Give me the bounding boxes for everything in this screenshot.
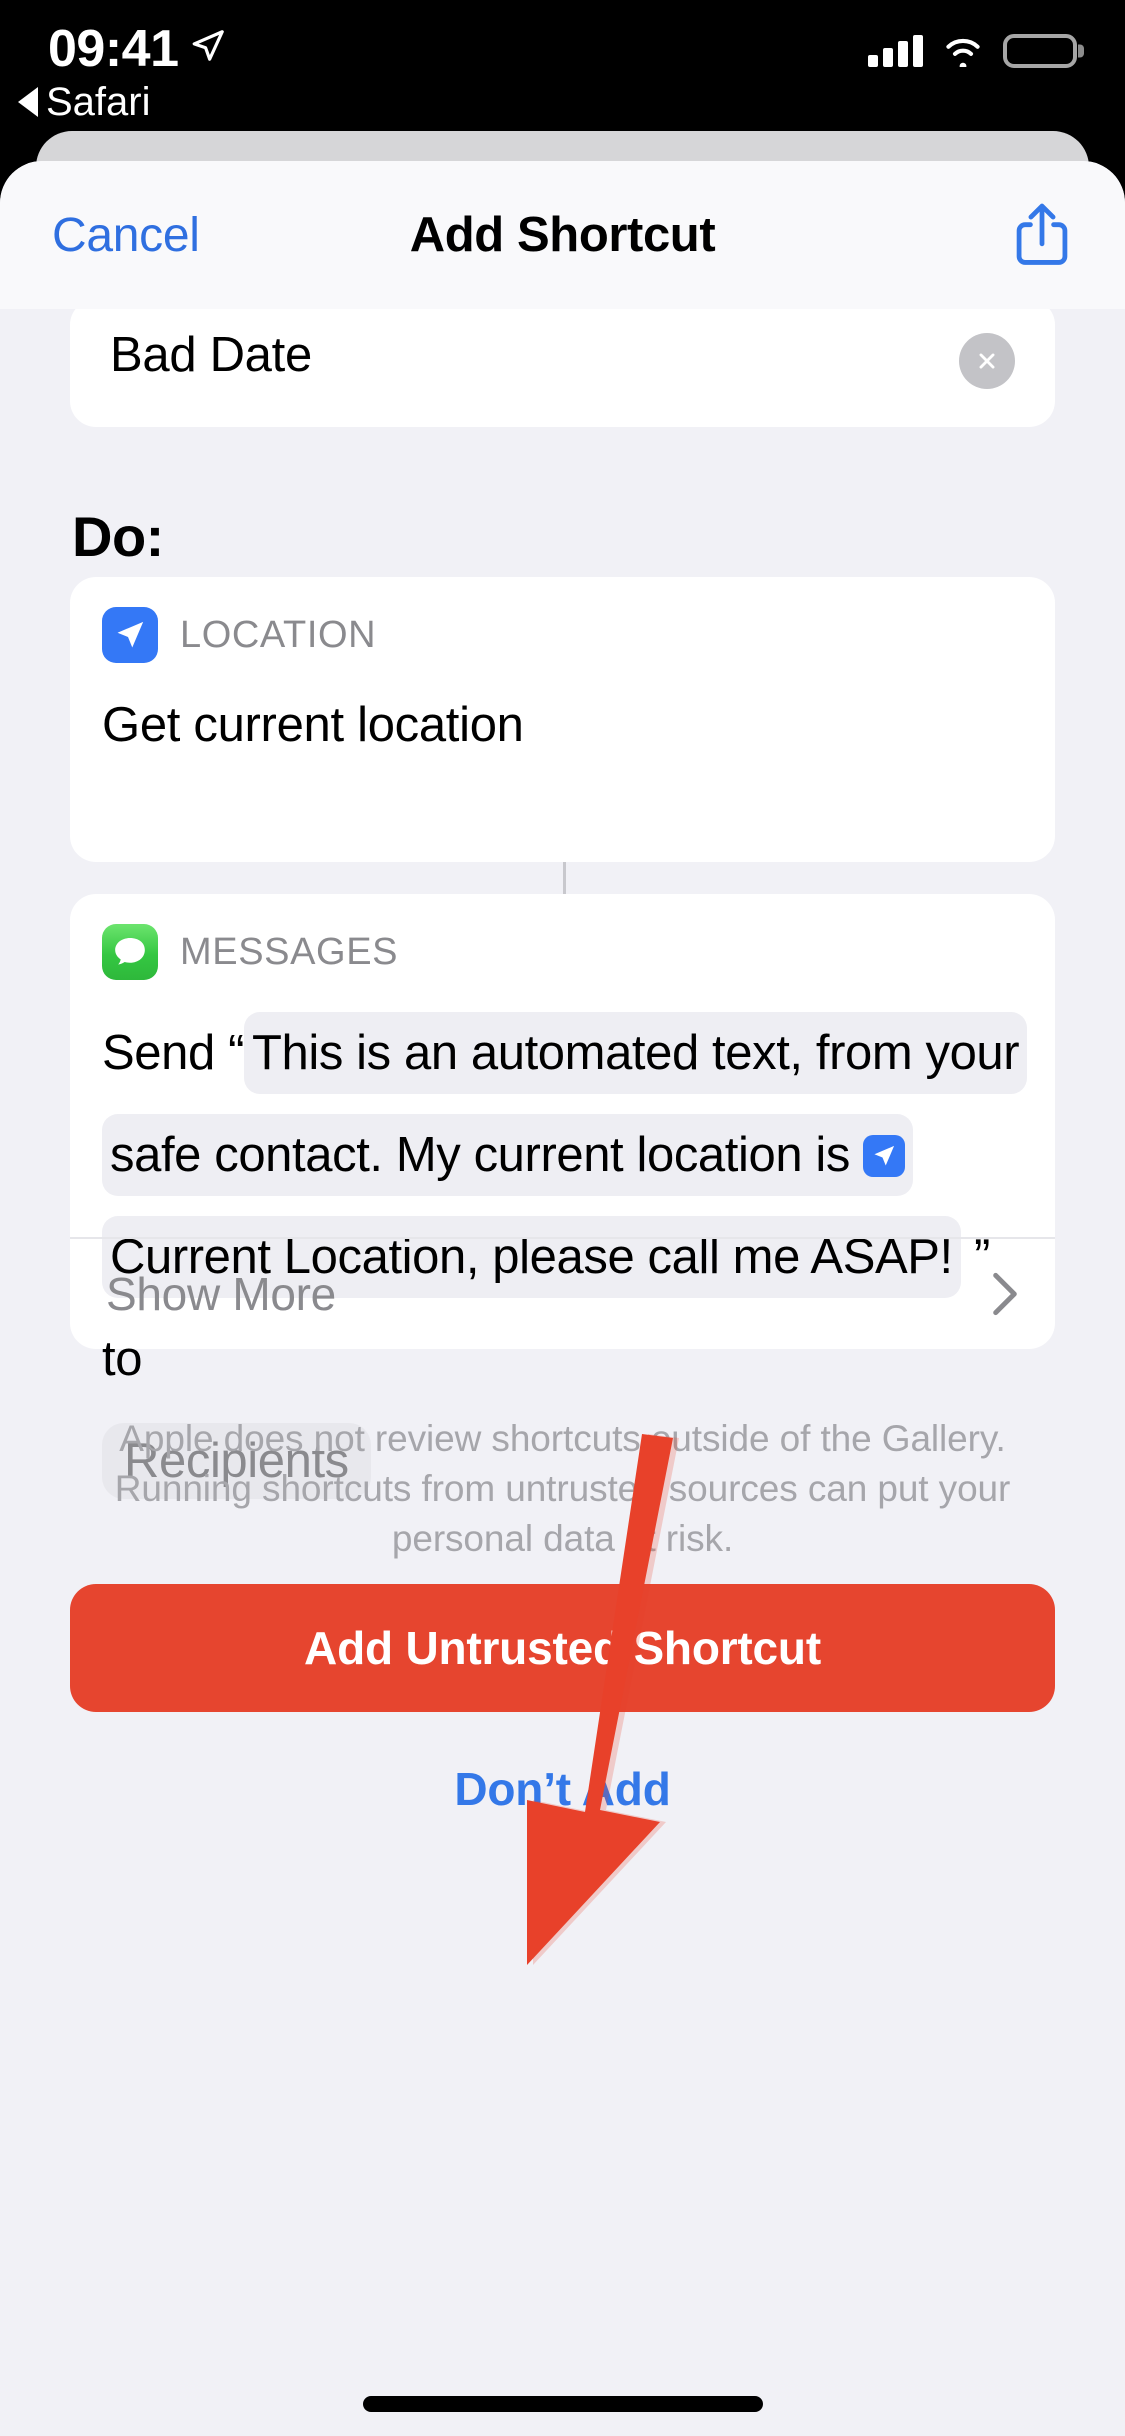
- action-app-label: MESSAGES: [180, 930, 399, 973]
- open-quote: “: [228, 1026, 244, 1080]
- cancel-button[interactable]: Cancel: [52, 208, 200, 263]
- back-triangle-icon: [18, 87, 38, 117]
- show-more-row[interactable]: Show More: [70, 1239, 1055, 1349]
- battery-full-icon: [1003, 34, 1077, 68]
- add-untrusted-shortcut-button[interactable]: Add Untrusted Shortcut: [70, 1584, 1055, 1712]
- clear-circle-icon[interactable]: [959, 333, 1015, 389]
- action-connector-line: [562, 862, 566, 894]
- untrusted-shortcut-disclaimer: Apple does not review shortcuts outside …: [114, 1418, 1011, 1559]
- shortcut-name-field[interactable]: Bad Date: [70, 299, 1055, 427]
- action-card-messages[interactable]: MESSAGES Send “This is an automated text…: [70, 894, 1055, 1499]
- wifi-icon: [946, 39, 980, 67]
- share-icon[interactable]: [1011, 201, 1073, 269]
- location-app-icon: [102, 607, 158, 663]
- chevron-right-icon: [993, 1272, 1017, 1316]
- do-section-heading: Do:: [72, 505, 164, 568]
- messages-app-icon: [102, 924, 158, 980]
- shortcut-name-value: Bad Date: [110, 328, 312, 382]
- send-label: Send: [102, 1026, 215, 1080]
- status-bar-time: 09:41: [48, 20, 179, 78]
- action-app-label: LOCATION: [180, 613, 377, 656]
- back-app-label: Safari: [46, 80, 151, 124]
- action-body-location: Get current location: [102, 698, 524, 752]
- action-card-header: MESSAGES: [102, 924, 398, 980]
- iphone-screen: 09:41 Safari Cancel Add Shortcut Bad Dat…: [0, 0, 1125, 2436]
- action-card-location[interactable]: LOCATION Get current location: [70, 577, 1055, 862]
- location-arrow-icon: [192, 30, 224, 61]
- status-bar: 09:41 Safari: [0, 0, 1125, 132]
- cellular-bars-icon: [868, 35, 923, 67]
- status-bar-indicators: [868, 34, 1077, 68]
- sheet-content: Bad Date Do: LOCATION Get current locati…: [0, 299, 1125, 2436]
- home-indicator: [362, 2396, 763, 2412]
- action-card-header: LOCATION: [102, 607, 376, 663]
- location-token-icon: [863, 1135, 906, 1177]
- show-more-label: Show More: [106, 1268, 336, 1320]
- dont-add-button[interactable]: Don’t Add: [0, 1744, 1125, 1834]
- back-to-safari-button[interactable]: Safari: [18, 80, 151, 124]
- add-shortcut-sheet: Cancel Add Shortcut Bad Date Do: LOCATIO…: [0, 161, 1125, 2436]
- sheet-navbar: Cancel Add Shortcut: [0, 161, 1125, 309]
